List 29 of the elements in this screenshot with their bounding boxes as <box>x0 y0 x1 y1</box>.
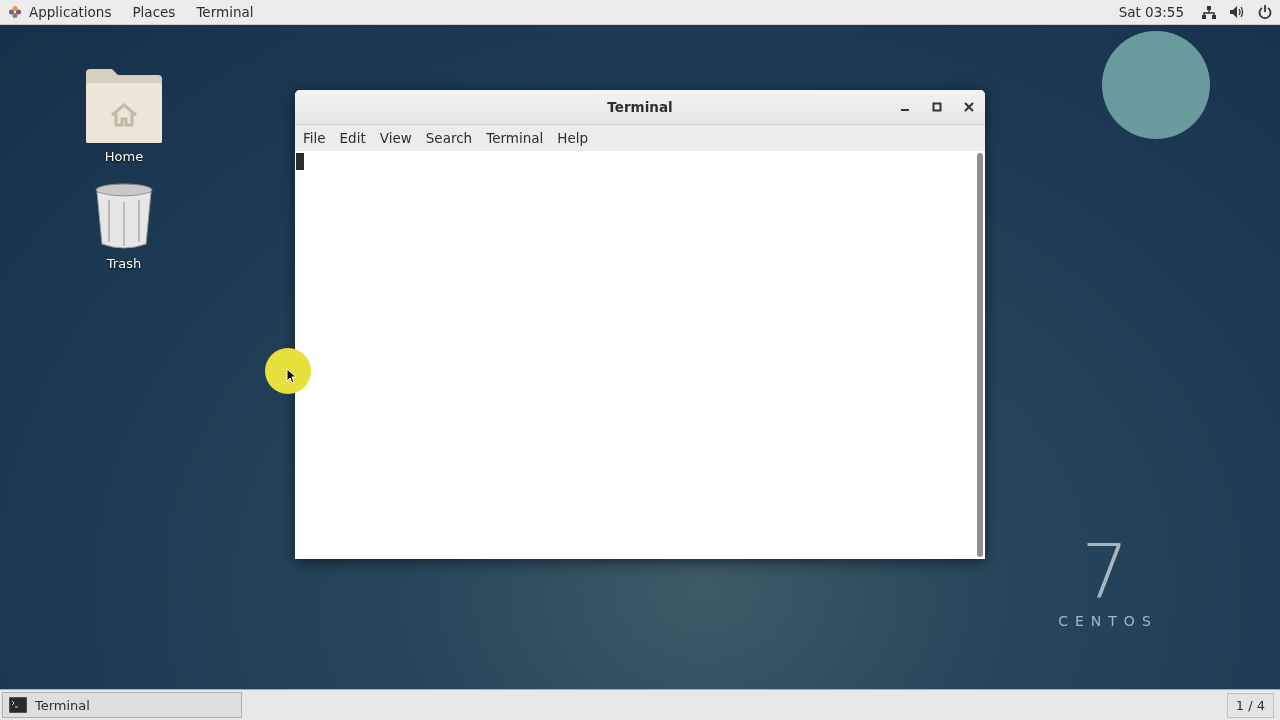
mouse-pointer-icon <box>286 368 296 384</box>
menu-item[interactable]: Search <box>425 130 473 146</box>
flower-icon <box>8 5 22 19</box>
menu-item[interactable]: Terminal <box>486 130 544 146</box>
maximize-icon[interactable] <box>932 102 942 112</box>
home-folder-icon[interactable] <box>84 67 164 145</box>
clock[interactable]: Sat 03:55 <box>1118 4 1184 20</box>
menu-item[interactable]: File <box>303 130 326 146</box>
top-bar-menu[interactable]: Places <box>132 4 176 20</box>
top-bar-menu[interactable]: Applications <box>29 4 112 20</box>
top-bar-menu[interactable]: Terminal <box>196 4 254 20</box>
menu-item[interactable]: Help <box>557 130 589 146</box>
volume-icon[interactable] <box>1230 6 1244 18</box>
power-icon[interactable] <box>1258 5 1272 19</box>
trash-can-icon[interactable] <box>94 182 154 252</box>
menu-item[interactable]: View <box>379 130 412 146</box>
close-icon[interactable] <box>964 102 974 112</box>
logo-wordmark: CENTOS <box>1058 613 1158 629</box>
desktop-icon-label[interactable]: Trash <box>106 256 142 271</box>
logo-number: 7 <box>1081 535 1129 609</box>
desktop-icon-label[interactable]: Home <box>104 149 144 164</box>
terminal-icon <box>9 697 27 713</box>
text-cursor <box>296 153 304 170</box>
window-title: Terminal <box>607 99 673 115</box>
scrollbar[interactable] <box>977 153 983 557</box>
menu-item[interactable]: Edit <box>339 130 366 146</box>
taskbar-window-button[interactable]: Terminal <box>2 692 242 718</box>
network-icon[interactable] <box>1202 5 1216 19</box>
workspace-indicator[interactable]: 1 / 4 <box>1226 692 1274 718</box>
